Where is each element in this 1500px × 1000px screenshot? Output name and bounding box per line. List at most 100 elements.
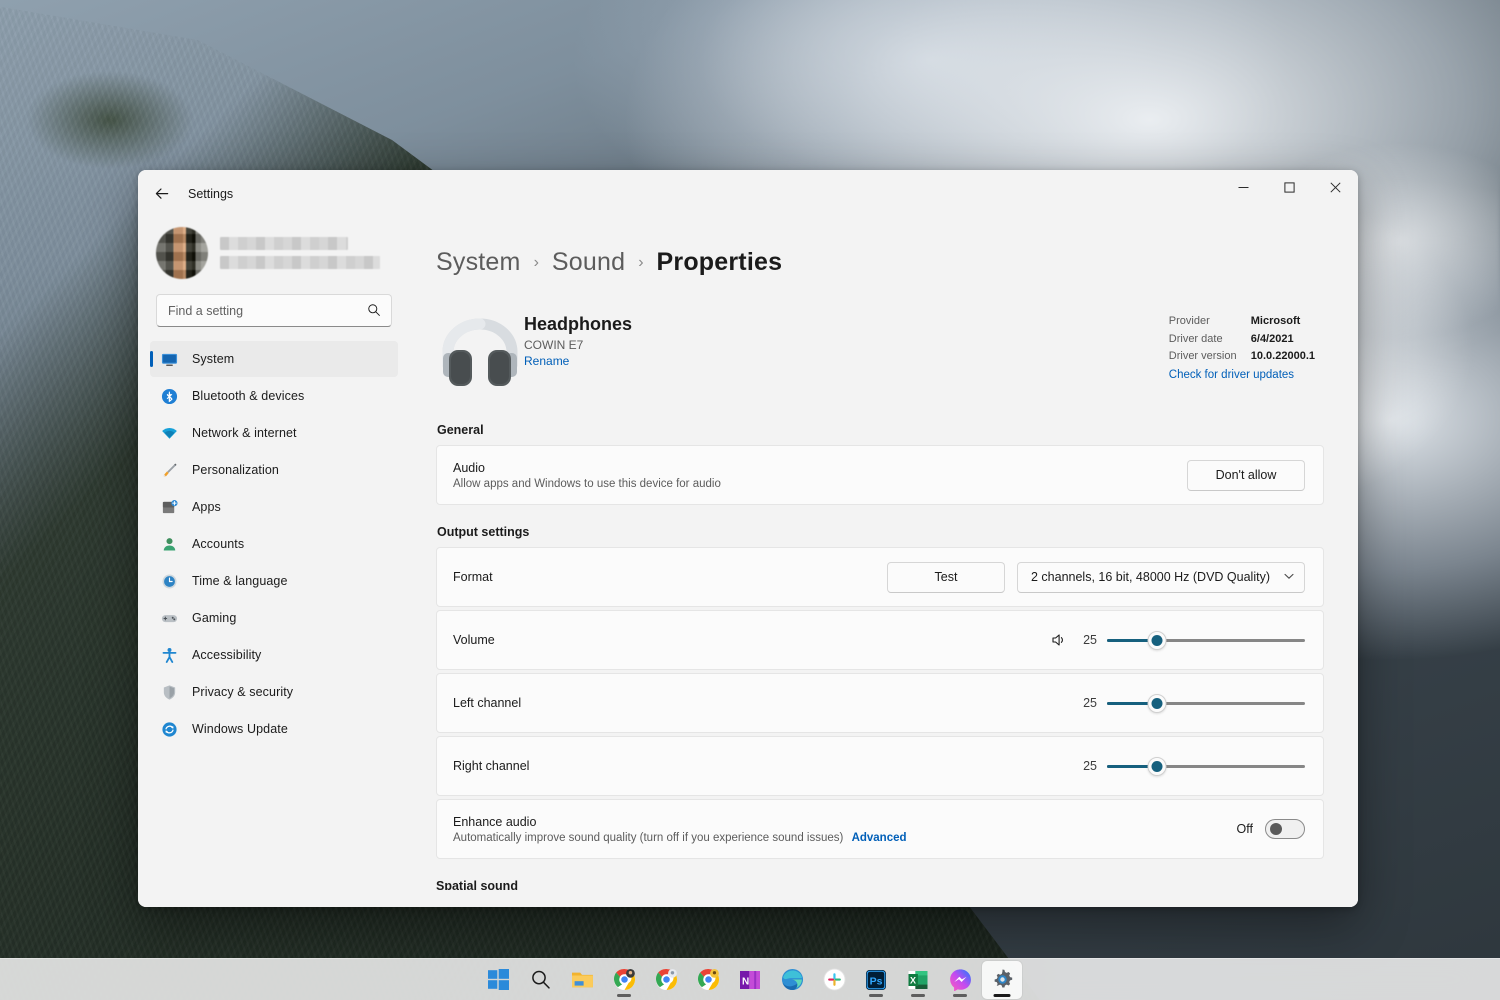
enhance-audio-subtitle: Automatically improve sound quality (tur…: [453, 832, 1225, 844]
sidebar-item-label: Gaming: [192, 611, 237, 625]
breadcrumb-properties: Properties: [656, 248, 783, 276]
sidebar-item-accessibility[interactable]: Accessibility: [150, 637, 398, 673]
sidebar-item-label: Apps: [192, 500, 221, 514]
audio-row-subtitle: Allow apps and Windows to use this devic…: [453, 477, 721, 490]
enhance-audio-setting-row: Enhance audio Automatically improve soun…: [436, 799, 1324, 859]
left-channel-slider-thumb[interactable]: [1147, 693, 1166, 713]
audio-row-title: Audio: [453, 460, 485, 475]
onenote-icon: N: [738, 968, 762, 992]
taskbar: N Ps X: [0, 958, 1500, 1000]
audio-row-text: Audio Allow apps and Windows to use this…: [453, 461, 1175, 490]
messenger-icon: [948, 968, 972, 992]
sidebar-item-personalization[interactable]: Personalization: [150, 452, 398, 488]
avatar: [156, 227, 208, 279]
volume-slider-thumb[interactable]: [1147, 630, 1166, 650]
volume-value: 25: [1083, 633, 1097, 647]
window-body: System Bluetooth & devices: [138, 218, 1358, 907]
sidebar-item-label: System: [192, 352, 235, 366]
photoshop-icon: Ps: [864, 968, 888, 992]
taskbar-chrome-profile-3[interactable]: [688, 961, 728, 999]
gamepad-icon: [160, 609, 178, 627]
sidebar-item-label: Privacy & security: [192, 685, 294, 699]
left-channel-slider[interactable]: [1107, 692, 1305, 714]
search-box[interactable]: [156, 294, 392, 327]
search-input[interactable]: [157, 295, 391, 326]
app-title: Settings: [188, 187, 234, 201]
sidebar-item-system[interactable]: System: [150, 341, 398, 377]
window-controls: [1220, 170, 1358, 204]
sidebar-item-time-language[interactable]: Time & language: [150, 563, 398, 599]
taskbar-onenote[interactable]: N: [730, 961, 770, 999]
gear-icon: [990, 968, 1014, 992]
sidebar-item-bluetooth-devices[interactable]: Bluetooth & devices: [150, 378, 398, 414]
right-channel-slider-thumb[interactable]: [1147, 756, 1166, 776]
sidebar-item-label: Time & language: [192, 574, 288, 588]
taskbar-settings[interactable]: [982, 960, 1022, 999]
enhance-audio-title: Enhance audio: [453, 814, 537, 829]
speaker-icon[interactable]: [1051, 632, 1067, 648]
driver-version-row: Driver version 10.0.22000.1: [1169, 348, 1315, 366]
sidebar-item-accounts[interactable]: Accounts: [150, 526, 398, 562]
volume-slider[interactable]: [1107, 629, 1305, 651]
check-driver-updates-link[interactable]: Check for driver updates: [1169, 367, 1315, 385]
driver-date-label: Driver date: [1168, 332, 1223, 345]
taskbar-excel[interactable]: X: [898, 961, 938, 999]
sidebar-item-gaming[interactable]: Gaming: [150, 600, 398, 636]
svg-text:N: N: [742, 976, 749, 987]
taskbar-chrome-profile-1[interactable]: [604, 961, 644, 999]
driver-info: Provider Microsoft Driver date 6/4/2021 …: [1169, 313, 1315, 384]
format-row-text: Format: [453, 570, 875, 584]
taskbar-start-button[interactable]: [478, 961, 518, 999]
shield-icon: [160, 683, 178, 701]
minimize-button[interactable]: [1220, 170, 1266, 204]
breadcrumb-system[interactable]: System: [436, 248, 521, 277]
back-arrow-icon[interactable]: [146, 178, 178, 210]
sidebar-item-windows-update[interactable]: Windows Update: [150, 711, 398, 747]
output-card-group: Format Test 2 channels, 16 bit, 48000 Hz…: [436, 547, 1324, 859]
sidebar-item-label: Accounts: [192, 537, 245, 551]
maximize-button[interactable]: [1266, 170, 1312, 204]
sidebar-item-privacy-security[interactable]: Privacy & security: [150, 674, 398, 710]
clock-icon: [160, 572, 178, 590]
taskbar-messenger[interactable]: [940, 961, 980, 999]
sidebar-item-apps[interactable]: Apps: [150, 489, 398, 525]
device-name: Headphones: [524, 314, 633, 334]
taskbar-chrome-profile-2[interactable]: [646, 961, 686, 999]
right-channel-slider[interactable]: [1107, 755, 1305, 777]
close-button[interactable]: [1312, 170, 1358, 204]
advanced-link[interactable]: Advanced: [852, 832, 907, 844]
driver-version-value: 10.0.22000.1: [1250, 350, 1315, 362]
sidebar-item-label: Bluetooth & devices: [192, 389, 305, 403]
sidebar-item-label: Network & internet: [192, 426, 297, 440]
chrome-icon: [612, 968, 636, 992]
device-meta: Headphones COWIN E7 Rename: [524, 307, 632, 368]
taskbar-photoshop[interactable]: Ps: [856, 961, 896, 999]
breadcrumb-separator: ›: [638, 253, 644, 271]
taskbar-file-explorer[interactable]: [562, 961, 602, 999]
right-channel-value: 25: [1083, 759, 1097, 773]
svg-text:Ps: Ps: [870, 975, 883, 987]
format-row-label: Format: [453, 570, 493, 584]
apps-icon: [160, 498, 178, 516]
taskbar-search-button[interactable]: [520, 961, 560, 999]
output-settings-heading: Output settings: [437, 525, 530, 539]
user-profile[interactable]: [150, 218, 398, 294]
user-name-redacted: [220, 237, 392, 269]
driver-date-value: 6/4/2021: [1250, 332, 1294, 345]
sidebar-nav: System Bluetooth & devices Network & int…: [150, 341, 398, 747]
taskbar-slack[interactable]: [814, 961, 854, 999]
test-button[interactable]: Test: [886, 561, 1005, 593]
volume-row-label: Volume: [453, 633, 495, 647]
svg-text:X: X: [910, 975, 916, 985]
rename-link[interactable]: Rename: [524, 354, 632, 368]
left-channel-value: 25: [1083, 696, 1097, 710]
breadcrumb-sound[interactable]: Sound: [552, 248, 625, 277]
dont-allow-button[interactable]: Don't allow: [1187, 459, 1305, 491]
right-channel-row-label: Right channel: [453, 759, 530, 773]
format-dropdown[interactable]: 2 channels, 16 bit, 48000 Hz (DVD Qualit…: [1016, 561, 1305, 593]
taskbar-microsoft-edge[interactable]: [772, 961, 812, 999]
enhance-audio-toggle[interactable]: [1265, 819, 1305, 839]
sidebar-item-label: Windows Update: [192, 722, 288, 736]
device-header: Headphones COWIN E7 Rename Provider Micr…: [436, 307, 1324, 393]
sidebar-item-network-internet[interactable]: Network & internet: [150, 415, 398, 451]
